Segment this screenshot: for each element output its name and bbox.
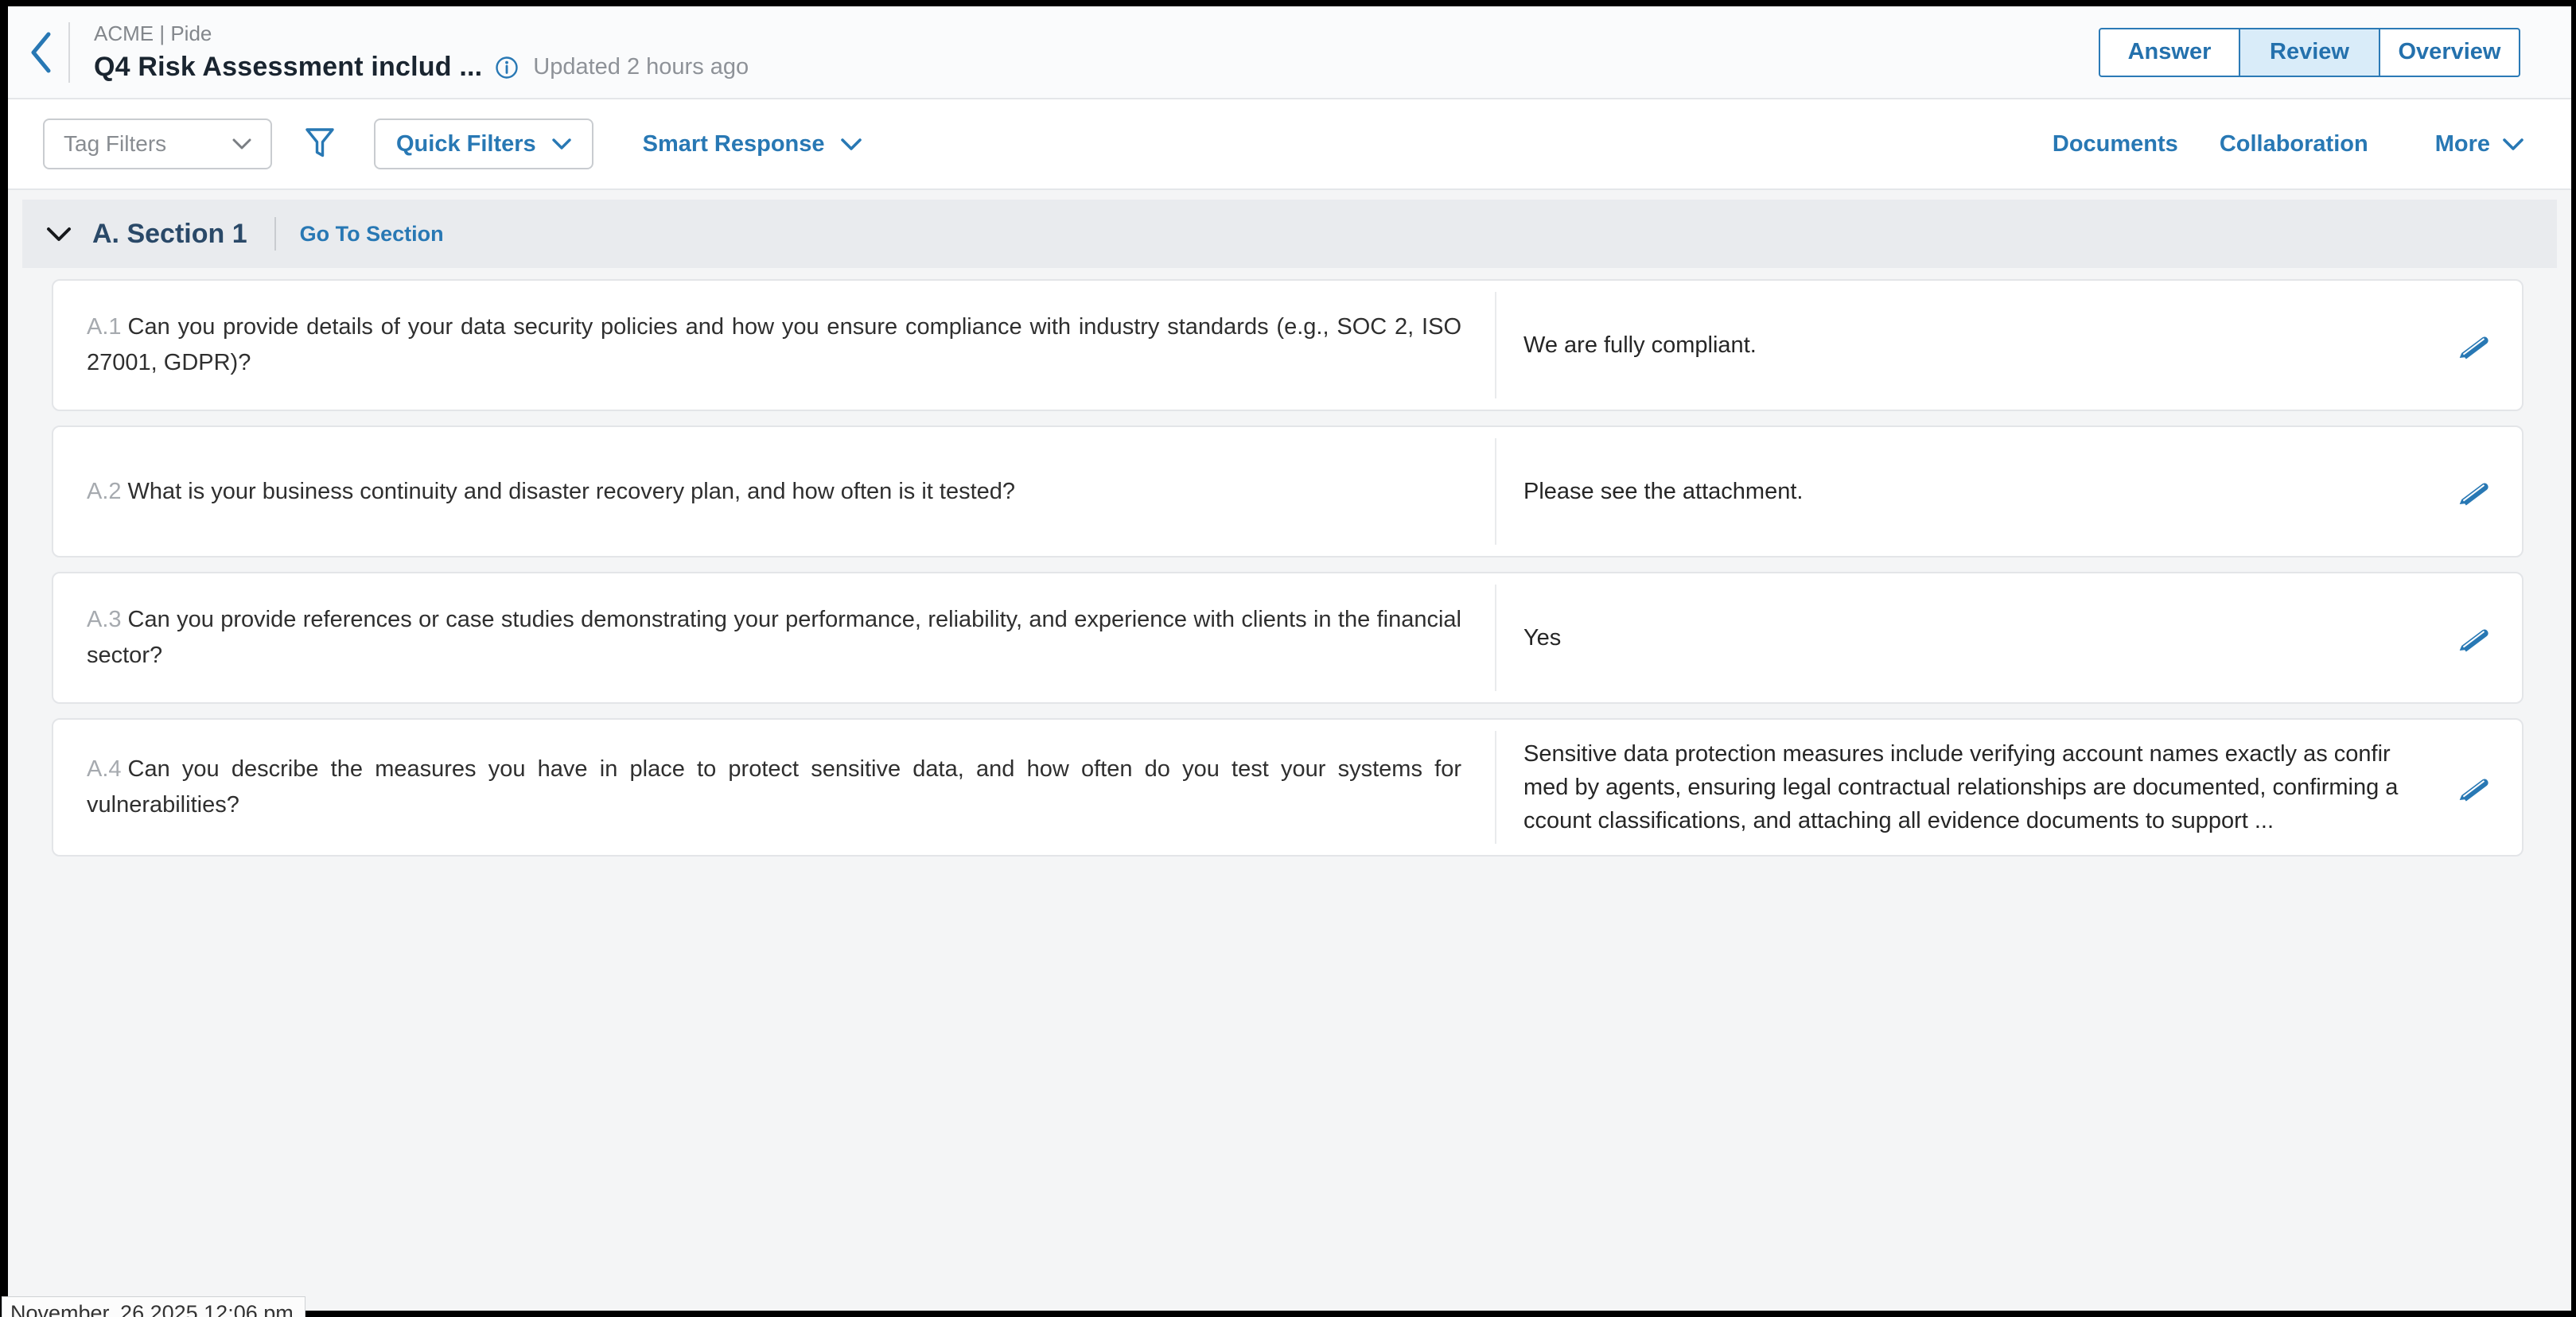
content-area: A. Section 1 Go To Section A.1 Can you pr… xyxy=(8,190,2571,1311)
section-title: A. Section 1 xyxy=(92,218,247,249)
edit-answer-icon[interactable] xyxy=(2457,620,2492,655)
toolbar: Tag Filters Quick Filters Smart Response xyxy=(8,99,2571,190)
tag-filters-label: Tag Filters xyxy=(64,131,167,156)
title-block: ACME | Pide Q4 Risk Assessment includ ..… xyxy=(94,21,749,83)
edit-answer-icon[interactable] xyxy=(2457,770,2492,805)
page-title: Q4 Risk Assessment includ ... xyxy=(94,52,483,82)
view-switcher: Answer Review Overview xyxy=(2099,27,2520,77)
updated-timestamp: Updated 2 hours ago xyxy=(533,54,749,80)
chevron-down-icon xyxy=(551,138,571,150)
answer-text: Please see the attachment. xyxy=(1523,478,1804,504)
chevron-down-icon xyxy=(2503,138,2523,150)
answer-cell: Sensitive data protection measures inclu… xyxy=(1496,720,2428,855)
section-collapse-chevron-icon[interactable] xyxy=(46,227,72,242)
screen: ACME | Pide Q4 Risk Assessment includ ..… xyxy=(8,6,2571,1311)
smart-response-dropdown[interactable]: Smart Response xyxy=(643,131,862,157)
question-list: A.1 Can you provide details of your data … xyxy=(8,279,2571,857)
smart-response-label: Smart Response xyxy=(642,130,825,157)
tab-review[interactable]: Review xyxy=(2239,27,2380,77)
question-cell: A.3 Can you provide references or case st… xyxy=(53,573,1495,702)
edit-answer-icon[interactable] xyxy=(2457,474,2492,509)
question-id: A.3 xyxy=(87,607,122,633)
question-text: A.2 What is your business continuity and … xyxy=(87,478,1016,504)
question-id: A.2 xyxy=(87,478,122,504)
header: ACME | Pide Q4 Risk Assessment includ ..… xyxy=(8,6,2571,99)
more-dropdown[interactable]: More xyxy=(2435,131,2523,157)
more-label: More xyxy=(2434,130,2490,157)
answer-text: Yes xyxy=(1523,624,1562,651)
question-text: A.1 Can you provide details of your data … xyxy=(87,314,1461,375)
quick-filters-label: Quick Filters xyxy=(396,130,536,157)
tag-filters-dropdown[interactable]: Tag Filters xyxy=(43,118,272,169)
chevron-down-icon xyxy=(840,138,862,150)
question-card[interactable]: A.2 What is your business continuity and … xyxy=(52,425,2523,557)
edit-cell xyxy=(2428,720,2522,855)
question-card[interactable]: A.1 Can you provide details of your data … xyxy=(52,279,2523,411)
toolbar-links: Documents Collaboration More xyxy=(2053,131,2535,157)
edit-answer-icon[interactable] xyxy=(2457,328,2492,363)
back-button[interactable] xyxy=(29,25,64,80)
edit-cell xyxy=(2428,427,2522,556)
back-chevron-icon xyxy=(31,32,51,72)
collaboration-link[interactable]: Collaboration xyxy=(2220,131,2368,157)
question-cell: A.4 Can you describe the measures you hav… xyxy=(53,720,1495,855)
answer-cell: Please see the attachment. xyxy=(1496,427,2428,556)
edit-cell xyxy=(2428,281,2522,410)
question-cell: A.1 Can you provide details of your data … xyxy=(53,281,1495,410)
question-card[interactable]: A.4 Can you describe the measures you hav… xyxy=(52,718,2523,857)
answer-text: Sensitive data protection measures inclu… xyxy=(1523,741,2399,834)
header-divider xyxy=(68,21,70,83)
question-card[interactable]: A.3 Can you provide references or case st… xyxy=(52,572,2523,704)
answer-text: We are fully compliant. xyxy=(1523,332,1757,358)
answer-cell: Yes xyxy=(1496,573,2428,702)
documents-link[interactable]: Documents xyxy=(2053,131,2178,157)
breadcrumb: ACME | Pide xyxy=(94,21,212,45)
section-divider xyxy=(274,217,276,251)
chevron-down-icon xyxy=(232,138,251,150)
go-to-section-link[interactable]: Go To Section xyxy=(300,222,444,247)
app-window: ACME | Pide Q4 Risk Assessment includ ..… xyxy=(0,0,2576,1317)
annotation-arrow xyxy=(1695,1297,1854,1311)
tab-overview[interactable]: Overview xyxy=(2379,27,2520,77)
tab-answer[interactable]: Answer xyxy=(2099,27,2240,77)
question-id: A.1 xyxy=(87,314,122,340)
datetime-tooltip: November, 26 2025 12:06 pm xyxy=(2,1296,305,1317)
quick-filters-button[interactable]: Quick Filters xyxy=(374,118,593,169)
edit-cell xyxy=(2428,573,2522,702)
question-id: A.4 xyxy=(87,756,122,783)
filter-funnel-icon[interactable] xyxy=(304,126,336,161)
answer-cell: We are fully compliant. xyxy=(1496,281,2428,410)
question-text: A.3 Can you provide references or case st… xyxy=(87,607,1461,668)
section-header: A. Section 1 Go To Section xyxy=(22,200,2557,268)
question-text: A.4 Can you describe the measures you hav… xyxy=(87,756,1461,818)
question-cell: A.2 What is your business continuity and … xyxy=(53,427,1495,556)
info-icon[interactable] xyxy=(495,56,519,80)
